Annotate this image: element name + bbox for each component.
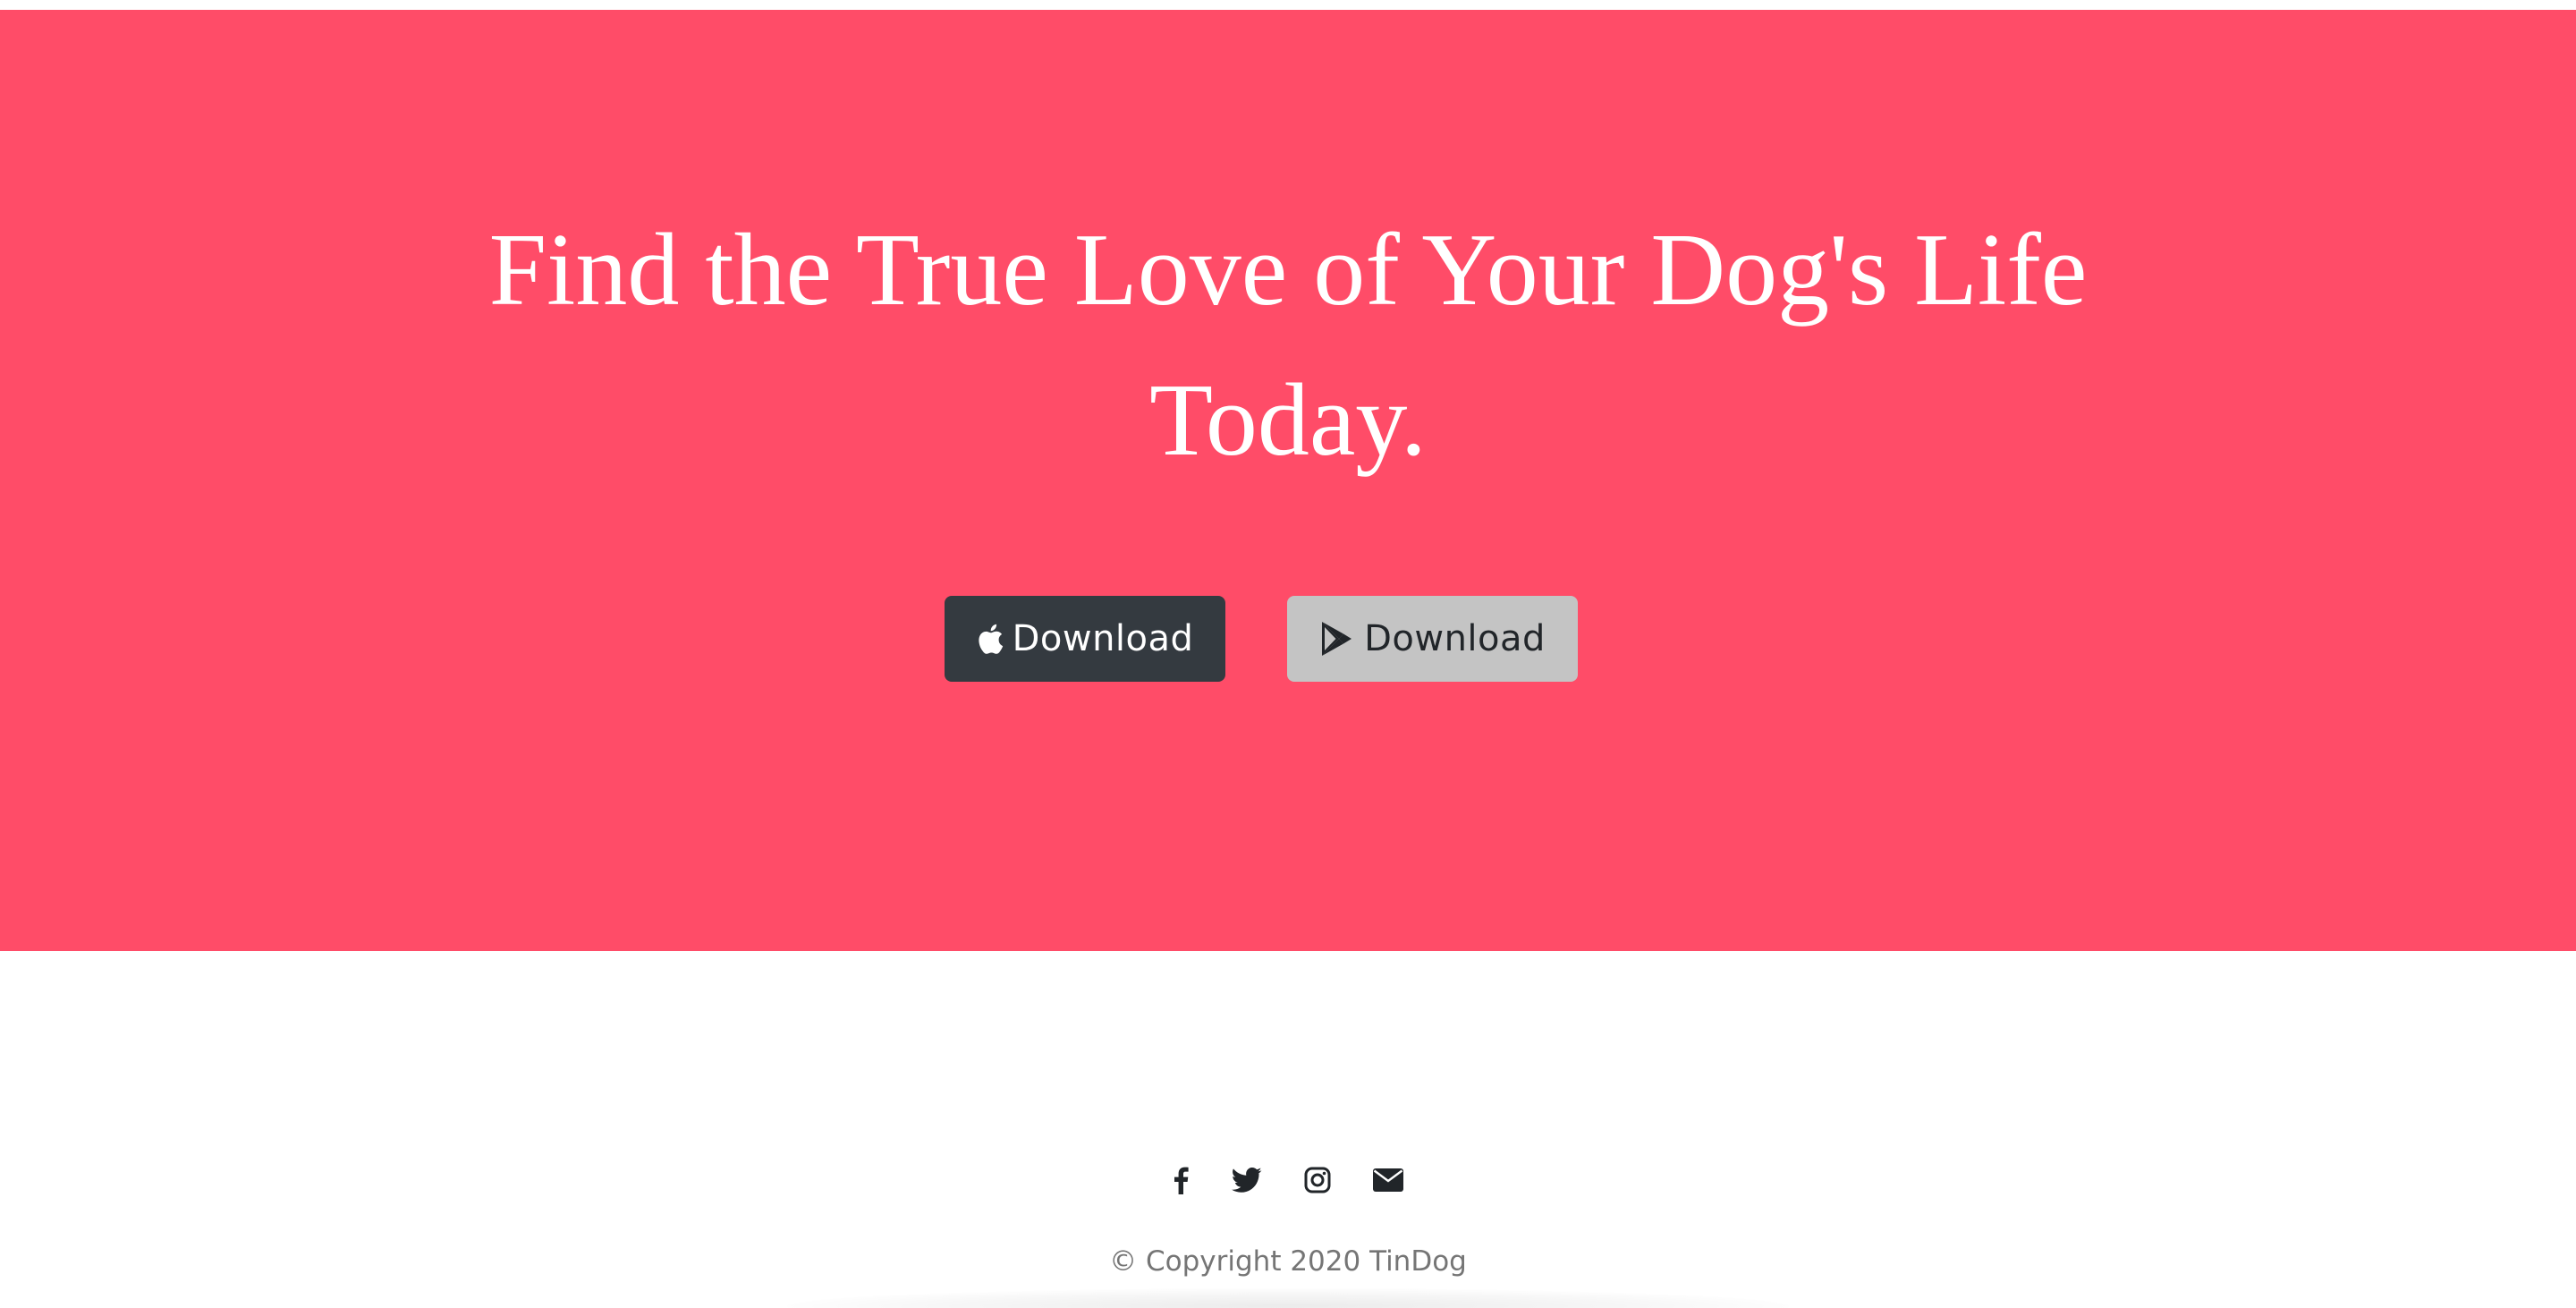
apple-download-label: Download <box>1012 618 1194 659</box>
copyright-text: © Copyright 2020 TinDog <box>1109 1245 1467 1278</box>
google-play-download-button[interactable]: Download <box>1287 596 1578 682</box>
google-play-icon <box>1319 620 1355 658</box>
hero-headline: Find the True Love of Your Dog's Life To… <box>488 213 2088 478</box>
google-play-download-label: Download <box>1364 618 1546 659</box>
facebook-icon[interactable] <box>1158 1158 1203 1202</box>
envelope-icon[interactable] <box>1366 1158 1411 1202</box>
twitter-icon[interactable] <box>1224 1158 1269 1202</box>
apple-download-button[interactable]: Download <box>945 596 1225 682</box>
apple-icon <box>977 623 1004 655</box>
page: Find the True Love of Your Dog's Life To… <box>0 0 2576 1308</box>
instagram-icon[interactable] <box>1295 1158 1340 1202</box>
